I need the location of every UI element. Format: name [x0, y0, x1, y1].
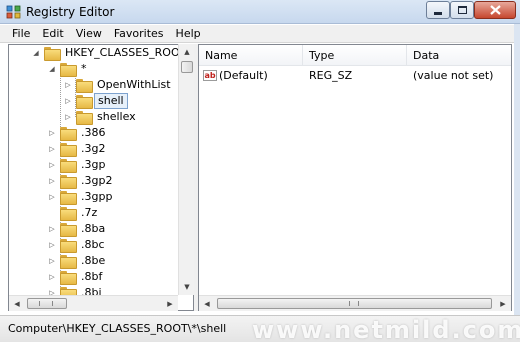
scroll-right-icon[interactable]: ▶ [162, 296, 178, 312]
folder-icon [60, 143, 77, 157]
folder-icon [76, 111, 93, 125]
expand-arrow-icon[interactable]: ▷ [47, 128, 57, 138]
close-icon [489, 5, 501, 15]
expand-arrow-icon[interactable]: ▷ [47, 160, 57, 170]
scroll-up-icon[interactable]: ▲ [179, 44, 195, 60]
column-header-name[interactable]: Name [199, 45, 303, 66]
expand-arrow-icon[interactable]: ▷ [47, 192, 57, 202]
menu-view[interactable]: View [70, 27, 108, 40]
menu-bar: File Edit View Favorites Help [0, 25, 520, 43]
menu-help[interactable]: Help [170, 27, 207, 40]
tree-item[interactable]: ▷ .8bf [47, 269, 105, 285]
folder-icon [60, 159, 77, 173]
folder-icon [76, 95, 93, 109]
column-header-type[interactable]: Type [303, 45, 407, 66]
expand-arrow-icon[interactable]: ▷ [47, 144, 57, 154]
folder-icon [60, 223, 77, 237]
folder-icon [60, 175, 77, 189]
value-data-cell: (value not set) [413, 68, 494, 82]
expand-arrow-icon[interactable]: ▷ [47, 272, 57, 282]
reg-string-value-icon: ab [203, 69, 217, 81]
close-button[interactable] [474, 1, 516, 19]
folder-icon [60, 127, 77, 141]
scroll-thumb[interactable] [181, 61, 193, 73]
tree-item[interactable]: ▷ .8bc [47, 237, 108, 253]
registry-tree[interactable]: ◢ HKEY_CLASSES_ROOT ◢ * ▷ OpenWithList ▷… [8, 44, 194, 311]
tree-item-shellex[interactable]: ▷ shellex [63, 109, 139, 125]
values-list[interactable]: Name Type Data ab (Default) REG_SZ (valu… [198, 44, 512, 311]
folder-icon [60, 191, 77, 205]
expand-arrow-icon[interactable]: ▷ [47, 240, 57, 250]
value-name-cell: ab (Default) [203, 68, 268, 82]
tree-horizontal-scrollbar[interactable]: ◀ ▶ [9, 295, 178, 311]
scroll-left-icon[interactable]: ◀ [199, 296, 215, 312]
title-bar: Registry Editor [0, 0, 520, 24]
expand-arrow-icon[interactable]: ▷ [63, 112, 73, 122]
folder-icon [60, 207, 77, 221]
expand-arrow-icon[interactable]: ▷ [47, 256, 57, 266]
tree-item[interactable]: ▷ .3gp [47, 157, 108, 173]
folder-icon [60, 63, 77, 77]
collapse-arrow-icon[interactable]: ◢ [47, 64, 57, 74]
table-row[interactable]: ab (Default) REG_SZ (value not set) [199, 67, 511, 83]
scroll-down-icon[interactable]: ▼ [179, 279, 195, 295]
maximize-button[interactable] [450, 1, 474, 19]
scroll-right-icon[interactable]: ▶ [495, 296, 511, 312]
window-frame [514, 24, 520, 315]
tree-item[interactable]: ▷ .386 [47, 125, 109, 141]
tree-item[interactable]: ▷ .3gpp [47, 189, 115, 205]
values-horizontal-scrollbar[interactable]: ◀ ▶ [199, 295, 511, 311]
minimize-button[interactable] [426, 1, 450, 19]
tree-item[interactable]: ▷ .8be [47, 253, 108, 269]
tree-vertical-scrollbar[interactable]: ▲ ▼ [178, 44, 194, 295]
menu-edit[interactable]: Edit [36, 27, 69, 40]
status-path: Computer\HKEY_CLASSES_ROOT\*\shell [8, 322, 227, 335]
tree-item[interactable]: ▷ .3gp2 [47, 173, 115, 189]
folder-icon [44, 47, 61, 61]
expand-arrow-icon[interactable]: ▷ [47, 176, 57, 186]
status-bar: Computer\HKEY_CLASSES_ROOT\*\shell www.n… [0, 315, 520, 342]
tree-item-openwithlist[interactable]: ▷ OpenWithList [63, 77, 174, 93]
folder-icon [76, 79, 93, 93]
maximize-icon [457, 6, 467, 14]
tree-item[interactable]: ▷ .3g2 [47, 141, 108, 157]
watermark: www.netmild.com [252, 316, 520, 342]
expand-arrow-icon[interactable]: ▷ [63, 96, 73, 106]
menu-file[interactable]: File [0, 27, 36, 40]
expand-arrow-icon[interactable]: ▷ [47, 224, 57, 234]
scroll-left-icon[interactable]: ◀ [9, 296, 25, 312]
collapse-arrow-icon[interactable]: ◢ [31, 48, 41, 58]
folder-icon [60, 271, 77, 285]
menu-favorites[interactable]: Favorites [108, 27, 170, 40]
minimize-icon [434, 11, 442, 15]
window-title: Registry Editor [26, 5, 115, 19]
folder-icon [60, 239, 77, 253]
tree-item-shell[interactable]: ▷ shell [63, 93, 128, 109]
folder-icon [60, 255, 77, 269]
tree-item[interactable]: .7z [47, 205, 100, 221]
registry-editor-icon [6, 5, 21, 19]
column-header-data[interactable]: Data [407, 45, 511, 66]
tree-item-star[interactable]: ◢ * [47, 61, 90, 77]
value-type-cell: REG_SZ [309, 68, 353, 82]
tree-item-hkcr[interactable]: ◢ HKEY_CLASSES_ROOT [31, 45, 189, 61]
expand-arrow-icon[interactable]: ▷ [63, 80, 73, 90]
tree-item[interactable]: ▷ .8ba [47, 221, 108, 237]
